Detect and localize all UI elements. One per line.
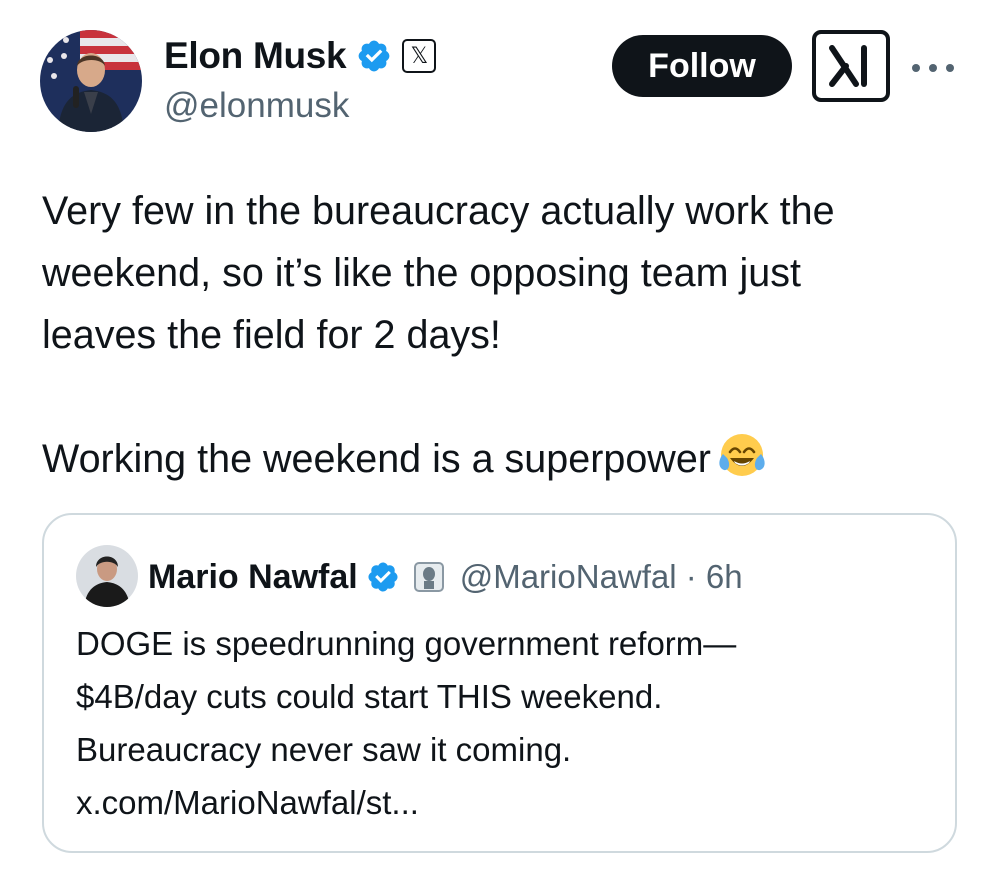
profile-photo-icon [76, 545, 138, 607]
grok-button[interactable] [812, 30, 890, 102]
author-name-row: Elon Musk 𝕏 [164, 32, 437, 80]
tweet-text-span: Working the weekend is a superpower [42, 437, 711, 481]
quoted-text: DOGE is speedrunning government reform— … [76, 617, 936, 829]
quoted-handle-time: @MarioNawfal · 6h [459, 558, 743, 595]
author-avatar[interactable] [40, 30, 142, 132]
quoted-header: Mario Nawfal @MarioNawfal · 6h [148, 555, 743, 599]
quoted-text-line: DOGE is speedrunning government reform— [76, 625, 737, 662]
follow-button[interactable]: Follow [612, 35, 792, 97]
tweet-text-line: Very few in the bureaucracy actually wor… [42, 189, 835, 233]
author-display-name[interactable]: Elon Musk [164, 35, 347, 77]
quoted-link[interactable]: x.com/MarioNawfal/st... [76, 776, 936, 829]
quoted-display-name: Mario Nawfal [148, 557, 358, 596]
author-handle[interactable]: @elonmusk [164, 86, 349, 126]
verified-badge-icon [368, 562, 398, 592]
quoted-tweet[interactable]: Mario Nawfal @MarioNawfal · 6h DOGE is s… [42, 513, 957, 853]
tweet-text-line: weekend, so it’s like the opposing team … [42, 251, 801, 295]
face-with-tears-of-joy-icon [717, 430, 767, 480]
quoted-text-line: Bureaucracy never saw it coming. [76, 731, 572, 768]
dot-icon [912, 64, 920, 72]
grok-icon [829, 45, 867, 87]
quoted-author-avatar[interactable] [76, 545, 138, 607]
tweet-text: Very few in the bureaucracy actually wor… [42, 180, 962, 490]
verified-badge-icon[interactable] [356, 38, 392, 74]
tweet-text-line: leaves the field for 2 days! [42, 313, 501, 357]
x-affiliation-badge[interactable]: 𝕏 [402, 39, 437, 73]
more-options-icon[interactable] [912, 56, 954, 80]
dot-icon [946, 64, 954, 72]
dot-icon [929, 64, 937, 72]
quoted-text-line: $4B/day cuts could start THIS weekend. [76, 678, 663, 715]
profile-photo-icon [40, 30, 142, 132]
tweet-text-line: Working the weekend is a superpower [42, 428, 962, 490]
tweet-card: Elon Musk 𝕏 @elonmusk Follow Very few in… [0, 0, 1000, 874]
affiliation-badge-icon [413, 562, 444, 592]
